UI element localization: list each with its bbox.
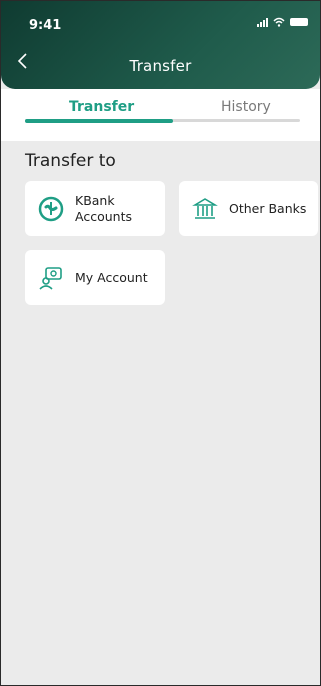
transfer-screen: 9:41 Transfer Transfer History Transfer … xyxy=(0,0,321,686)
battery-icon xyxy=(290,18,308,26)
status-time: 9:41 xyxy=(29,18,62,33)
tab-bar: Transfer History xyxy=(1,89,320,141)
my-account-card[interactable]: My Account xyxy=(25,250,165,305)
status-icons xyxy=(257,17,308,27)
signal-icon xyxy=(257,17,268,27)
kbank-accounts-card[interactable]: KBank Accounts xyxy=(25,181,165,236)
kbank-accounts-label: KBank Accounts xyxy=(75,192,132,224)
other-banks-label: Other Banks xyxy=(229,200,307,216)
other-banks-card[interactable]: Other Banks xyxy=(179,181,318,236)
bank-building-icon xyxy=(192,197,218,219)
my-account-label: My Account xyxy=(75,269,148,285)
tab-indicator xyxy=(25,119,173,123)
my-account-icon xyxy=(39,266,62,290)
wifi-icon xyxy=(273,17,285,27)
tab-transfer[interactable]: Transfer xyxy=(69,99,134,115)
tab-history[interactable]: History xyxy=(221,99,271,115)
page-title: Transfer xyxy=(129,57,192,75)
kbank-logo-icon xyxy=(38,196,64,221)
header-bar: 9:41 Transfer xyxy=(1,1,320,89)
section-title: Transfer to xyxy=(25,151,116,171)
